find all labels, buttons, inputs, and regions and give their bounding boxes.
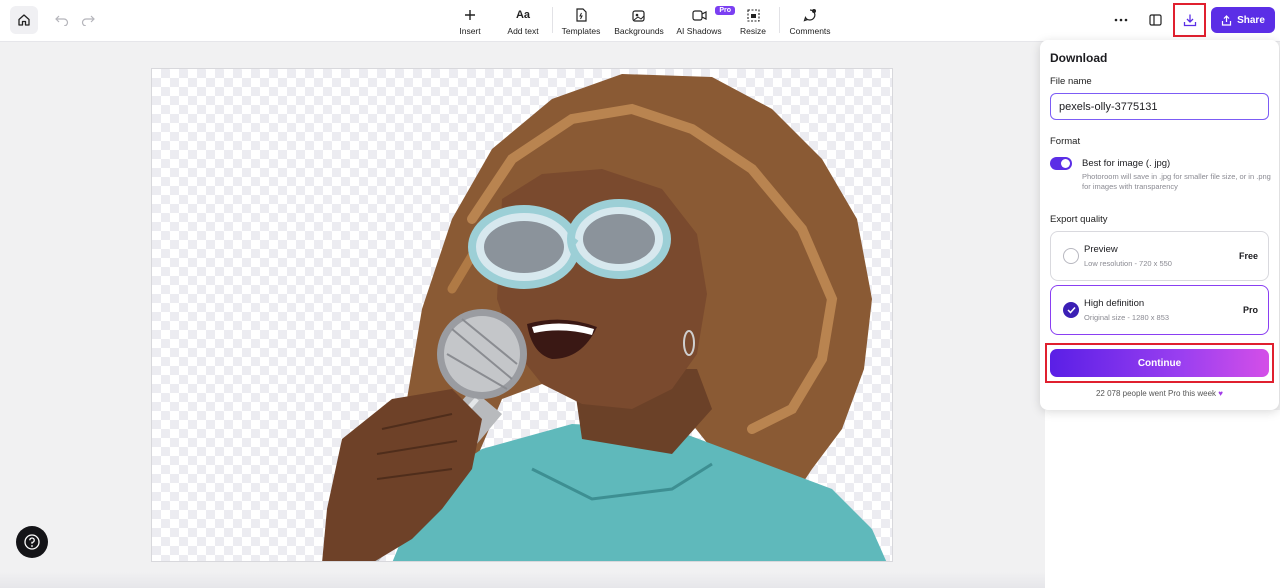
tool-label: Resize xyxy=(740,26,766,36)
social-proof-text: 22 078 people went Pro this week xyxy=(1095,389,1217,398)
tool-label: Add text xyxy=(507,26,539,36)
download-icon xyxy=(1183,14,1196,27)
social-proof: 22 078 people went Pro this week ♥ xyxy=(1040,389,1279,398)
file-name-label: File name xyxy=(1050,76,1092,87)
share-button[interactable]: Share xyxy=(1211,7,1275,33)
home-icon xyxy=(18,14,30,26)
tool-resize[interactable]: Resize xyxy=(733,0,773,42)
more-options-button[interactable] xyxy=(1111,11,1131,29)
redo-icon xyxy=(81,15,95,26)
purple-heart-icon: ♥ xyxy=(1218,389,1224,398)
home-button[interactable] xyxy=(10,6,38,34)
share-label: Share xyxy=(1237,14,1265,26)
tool-label: Templates xyxy=(561,26,601,36)
option-subtitle: Original size - 1280 x 853 xyxy=(1084,313,1170,322)
format-description: Photoroom will save in .jpg for smaller … xyxy=(1082,172,1271,191)
option-title: High definition xyxy=(1084,298,1145,309)
tool-backgrounds[interactable]: Backgrounds xyxy=(611,0,667,42)
bottom-strip xyxy=(0,572,1045,588)
radio-unselected[interactable] xyxy=(1063,248,1079,264)
undo-button[interactable] xyxy=(52,11,72,29)
format-label: Format xyxy=(1050,136,1081,147)
tool-group: Insert Aa Add text Templates Backgrounds… xyxy=(450,0,834,42)
undo-icon xyxy=(55,15,69,26)
quality-option-high-definition[interactable]: High definition Original size - 1280 x 8… xyxy=(1050,285,1269,335)
tool-comments[interactable]: Comments xyxy=(786,0,834,42)
tool-add-text[interactable]: Aa Add text xyxy=(500,0,546,42)
plus-icon xyxy=(465,10,475,20)
tool-label: Comments xyxy=(789,26,831,36)
more-horizontal-icon xyxy=(1114,18,1128,22)
check-icon xyxy=(1066,306,1076,314)
editor-canvas[interactable] xyxy=(151,68,893,562)
export-quality-label: Export quality xyxy=(1050,214,1108,225)
help-button[interactable] xyxy=(16,526,48,558)
templates-icon xyxy=(576,8,587,22)
radio-selected[interactable] xyxy=(1063,302,1079,318)
option-tag: Pro xyxy=(1242,305,1258,315)
redo-button[interactable] xyxy=(78,11,98,29)
divider xyxy=(779,7,780,33)
tool-label: AI Shadows xyxy=(676,26,722,36)
format-toggle[interactable] xyxy=(1050,157,1072,170)
continue-highlight: Continue xyxy=(1045,343,1274,383)
backgrounds-icon xyxy=(632,9,645,22)
help-icon xyxy=(24,534,40,550)
toggle-panel-button[interactable] xyxy=(1145,11,1165,29)
format-title: Best for image (. jpg) xyxy=(1082,158,1171,169)
option-tag: Free xyxy=(1238,251,1258,261)
option-subtitle: Low resolution - 720 x 550 xyxy=(1084,259,1172,268)
sidebar-panel-icon xyxy=(1148,14,1162,26)
tool-ai-shadows[interactable]: AI Shadows Pro xyxy=(675,0,735,42)
cutout-photo xyxy=(322,74,887,561)
tool-label: Backgrounds xyxy=(614,26,664,36)
resize-icon xyxy=(746,8,760,22)
share-icon xyxy=(1221,14,1232,26)
comments-icon xyxy=(803,9,816,22)
continue-button[interactable]: Continue xyxy=(1050,349,1269,377)
file-name-input[interactable] xyxy=(1050,93,1269,120)
quality-option-preview[interactable]: Preview Low resolution - 720 x 550 Free xyxy=(1050,231,1269,281)
panel-title: Download xyxy=(1050,51,1108,65)
ai-shadows-icon xyxy=(691,9,707,21)
tool-label: Insert xyxy=(459,26,481,36)
tool-insert[interactable]: Insert xyxy=(450,0,490,42)
top-toolbar: Insert Aa Add text Templates Backgrounds… xyxy=(0,0,1280,42)
text-aa-icon: Aa xyxy=(515,9,531,21)
option-title: Preview xyxy=(1084,244,1118,255)
right-sidebar xyxy=(1045,410,1280,588)
divider xyxy=(552,7,553,33)
tool-templates[interactable]: Templates xyxy=(559,0,603,42)
download-panel: Download File name Format Best for image… xyxy=(1040,40,1279,410)
download-button[interactable] xyxy=(1173,3,1206,37)
